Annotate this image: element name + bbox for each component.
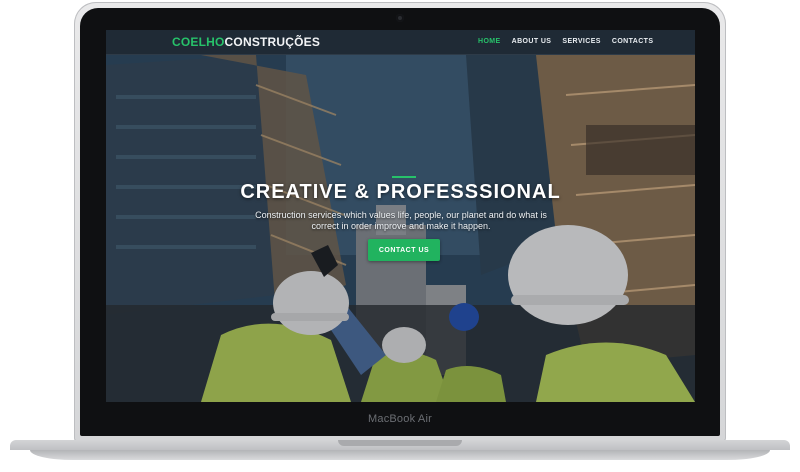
site-navbar: COELHOCONSTRUÇÕES HOME ABOUT US SERVICES…	[106, 30, 695, 55]
hero-section: CREATIVE & PROFESSSIONAL Construction se…	[106, 55, 695, 402]
device-model-label: MacBook Air	[368, 413, 432, 425]
brand-secondary: CONSTRUÇÕES	[224, 35, 321, 49]
title-accent-line	[392, 176, 416, 178]
laptop-base-bottom	[30, 450, 770, 460]
nav-about-us[interactable]: ABOUT US	[512, 38, 552, 45]
laptop-hinge-notch	[338, 440, 462, 446]
nav-services[interactable]: SERVICES	[562, 38, 600, 45]
nav-links: HOME ABOUT US SERVICES CONTACTS	[478, 38, 653, 45]
hero-subtitle: Construction services which values life,…	[255, 210, 547, 231]
nav-home[interactable]: HOME	[478, 38, 501, 45]
contact-us-button[interactable]: CONTACT US	[368, 239, 440, 261]
laptop-screen: COELHOCONSTRUÇÕES HOME ABOUT US SERVICES…	[106, 30, 695, 402]
site-logo[interactable]: COELHOCONSTRUÇÕES	[172, 35, 320, 49]
camera-icon	[396, 14, 404, 22]
nav-contacts[interactable]: CONTACTS	[612, 38, 654, 45]
hero-title: CREATIVE & PROFESSSIONAL	[240, 181, 561, 203]
laptop-base	[0, 440, 800, 462]
brand-primary: COELHO	[172, 35, 225, 49]
